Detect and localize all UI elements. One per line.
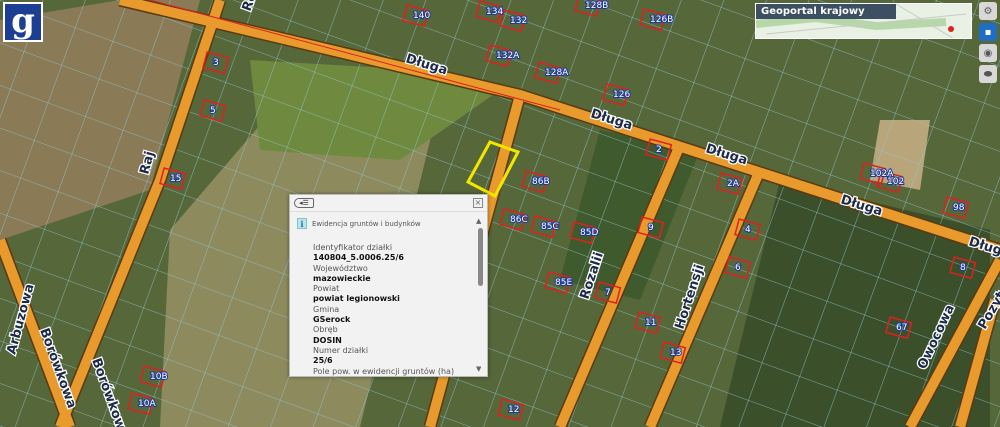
overview-title: Geoportal krajowy [756, 4, 896, 19]
popup-scrollbar[interactable]: ▲ ▼ [476, 217, 485, 373]
field-value: GSerock [313, 315, 351, 325]
eye-icon[interactable]: ◉ [979, 44, 997, 62]
zoom-in-icon[interactable]: ▪ [979, 23, 997, 41]
field-value: DOSIN [313, 335, 342, 345]
house-number: 132 [510, 16, 527, 26]
house-number: 3 [213, 58, 219, 68]
scroll-down-icon[interactable]: ▼ [476, 365, 481, 373]
house-number: 7 [605, 288, 611, 298]
scroll-thumb[interactable] [478, 228, 483, 286]
field-label: Gmina [313, 304, 340, 314]
field-value: 25/6 [313, 356, 333, 366]
close-button[interactable]: × [473, 198, 483, 208]
house-number: 132A [496, 51, 520, 61]
house-number: 5 [210, 106, 216, 116]
parcel-info-popup: ◂☰ × i Ewidencja gruntów i budynków Iden… [289, 194, 488, 377]
house-number: 4 [745, 225, 751, 235]
house-number: 128A [545, 68, 569, 78]
map-toolbar: ⚙ ▪ ◉ ⬬ [979, 2, 997, 86]
scroll-up-icon[interactable]: ▲ [476, 217, 481, 225]
map-canvas[interactable]: DługaDługaDługaDługaDługaRóży WRajBorówk… [0, 0, 1000, 427]
house-number: 126 [613, 90, 630, 100]
field-label: Obręb [313, 325, 338, 335]
popup-header: ◂☰ × [290, 195, 487, 212]
house-number: 85C [541, 222, 559, 232]
house-number: 12 [508, 405, 519, 415]
house-number: 85D [580, 228, 598, 238]
house-number: 67 [896, 323, 907, 333]
house-number: 86C [510, 215, 528, 225]
house-number: 10B [150, 372, 168, 382]
house-number: 98 [953, 203, 965, 213]
house-number: 126B [650, 15, 673, 25]
back-list-button[interactable]: ◂☰ [294, 198, 314, 208]
field-label: Powiat [313, 284, 340, 294]
house-number: 2A [727, 179, 740, 189]
eye-large-icon[interactable]: ⬬ [979, 65, 997, 83]
house-number: 10A [138, 399, 156, 409]
field-label: Numer działki [313, 345, 369, 355]
overview-map[interactable]: Geoportal krajowy [755, 3, 972, 39]
house-number: 8 [960, 263, 966, 273]
info-icon: i [297, 218, 307, 229]
house-number: 140 [413, 11, 430, 21]
section-title: Ewidencja gruntów i budynków [312, 219, 421, 228]
geoportal-logo[interactable]: g [3, 2, 43, 42]
field-label: Pole pow. w ewidencji gruntów (ha) [313, 366, 455, 376]
house-number: 6 [735, 263, 741, 273]
house-number: 2 [656, 145, 662, 155]
field-label: Identyfikator działki [313, 243, 393, 252]
field-label: Województwo [313, 263, 368, 273]
house-number: 86B [532, 177, 550, 187]
house-number: 15 [170, 174, 181, 184]
popup-body: i Ewidencja gruntów i budynków Identyfik… [290, 213, 473, 376]
layers-icon[interactable]: ⚙ [979, 2, 997, 20]
house-number: 134 [486, 7, 503, 17]
field-value: mazowieckie [313, 273, 371, 283]
house-number: 85E [555, 278, 572, 288]
house-number: 13 [670, 348, 681, 358]
field-value: 140804_5.0006.25/6 [313, 253, 404, 263]
house-number: 11 [645, 318, 656, 328]
field-value: powiat legionowski [313, 294, 400, 304]
house-number: 102 [887, 177, 904, 187]
section-header: i Ewidencja gruntów i budynków [297, 218, 466, 229]
attribute-list: Identyfikator działki 140804_5.0006.25/6 W… [297, 243, 466, 376]
house-number: 128B [585, 1, 608, 11]
house-number: 9 [648, 223, 654, 233]
